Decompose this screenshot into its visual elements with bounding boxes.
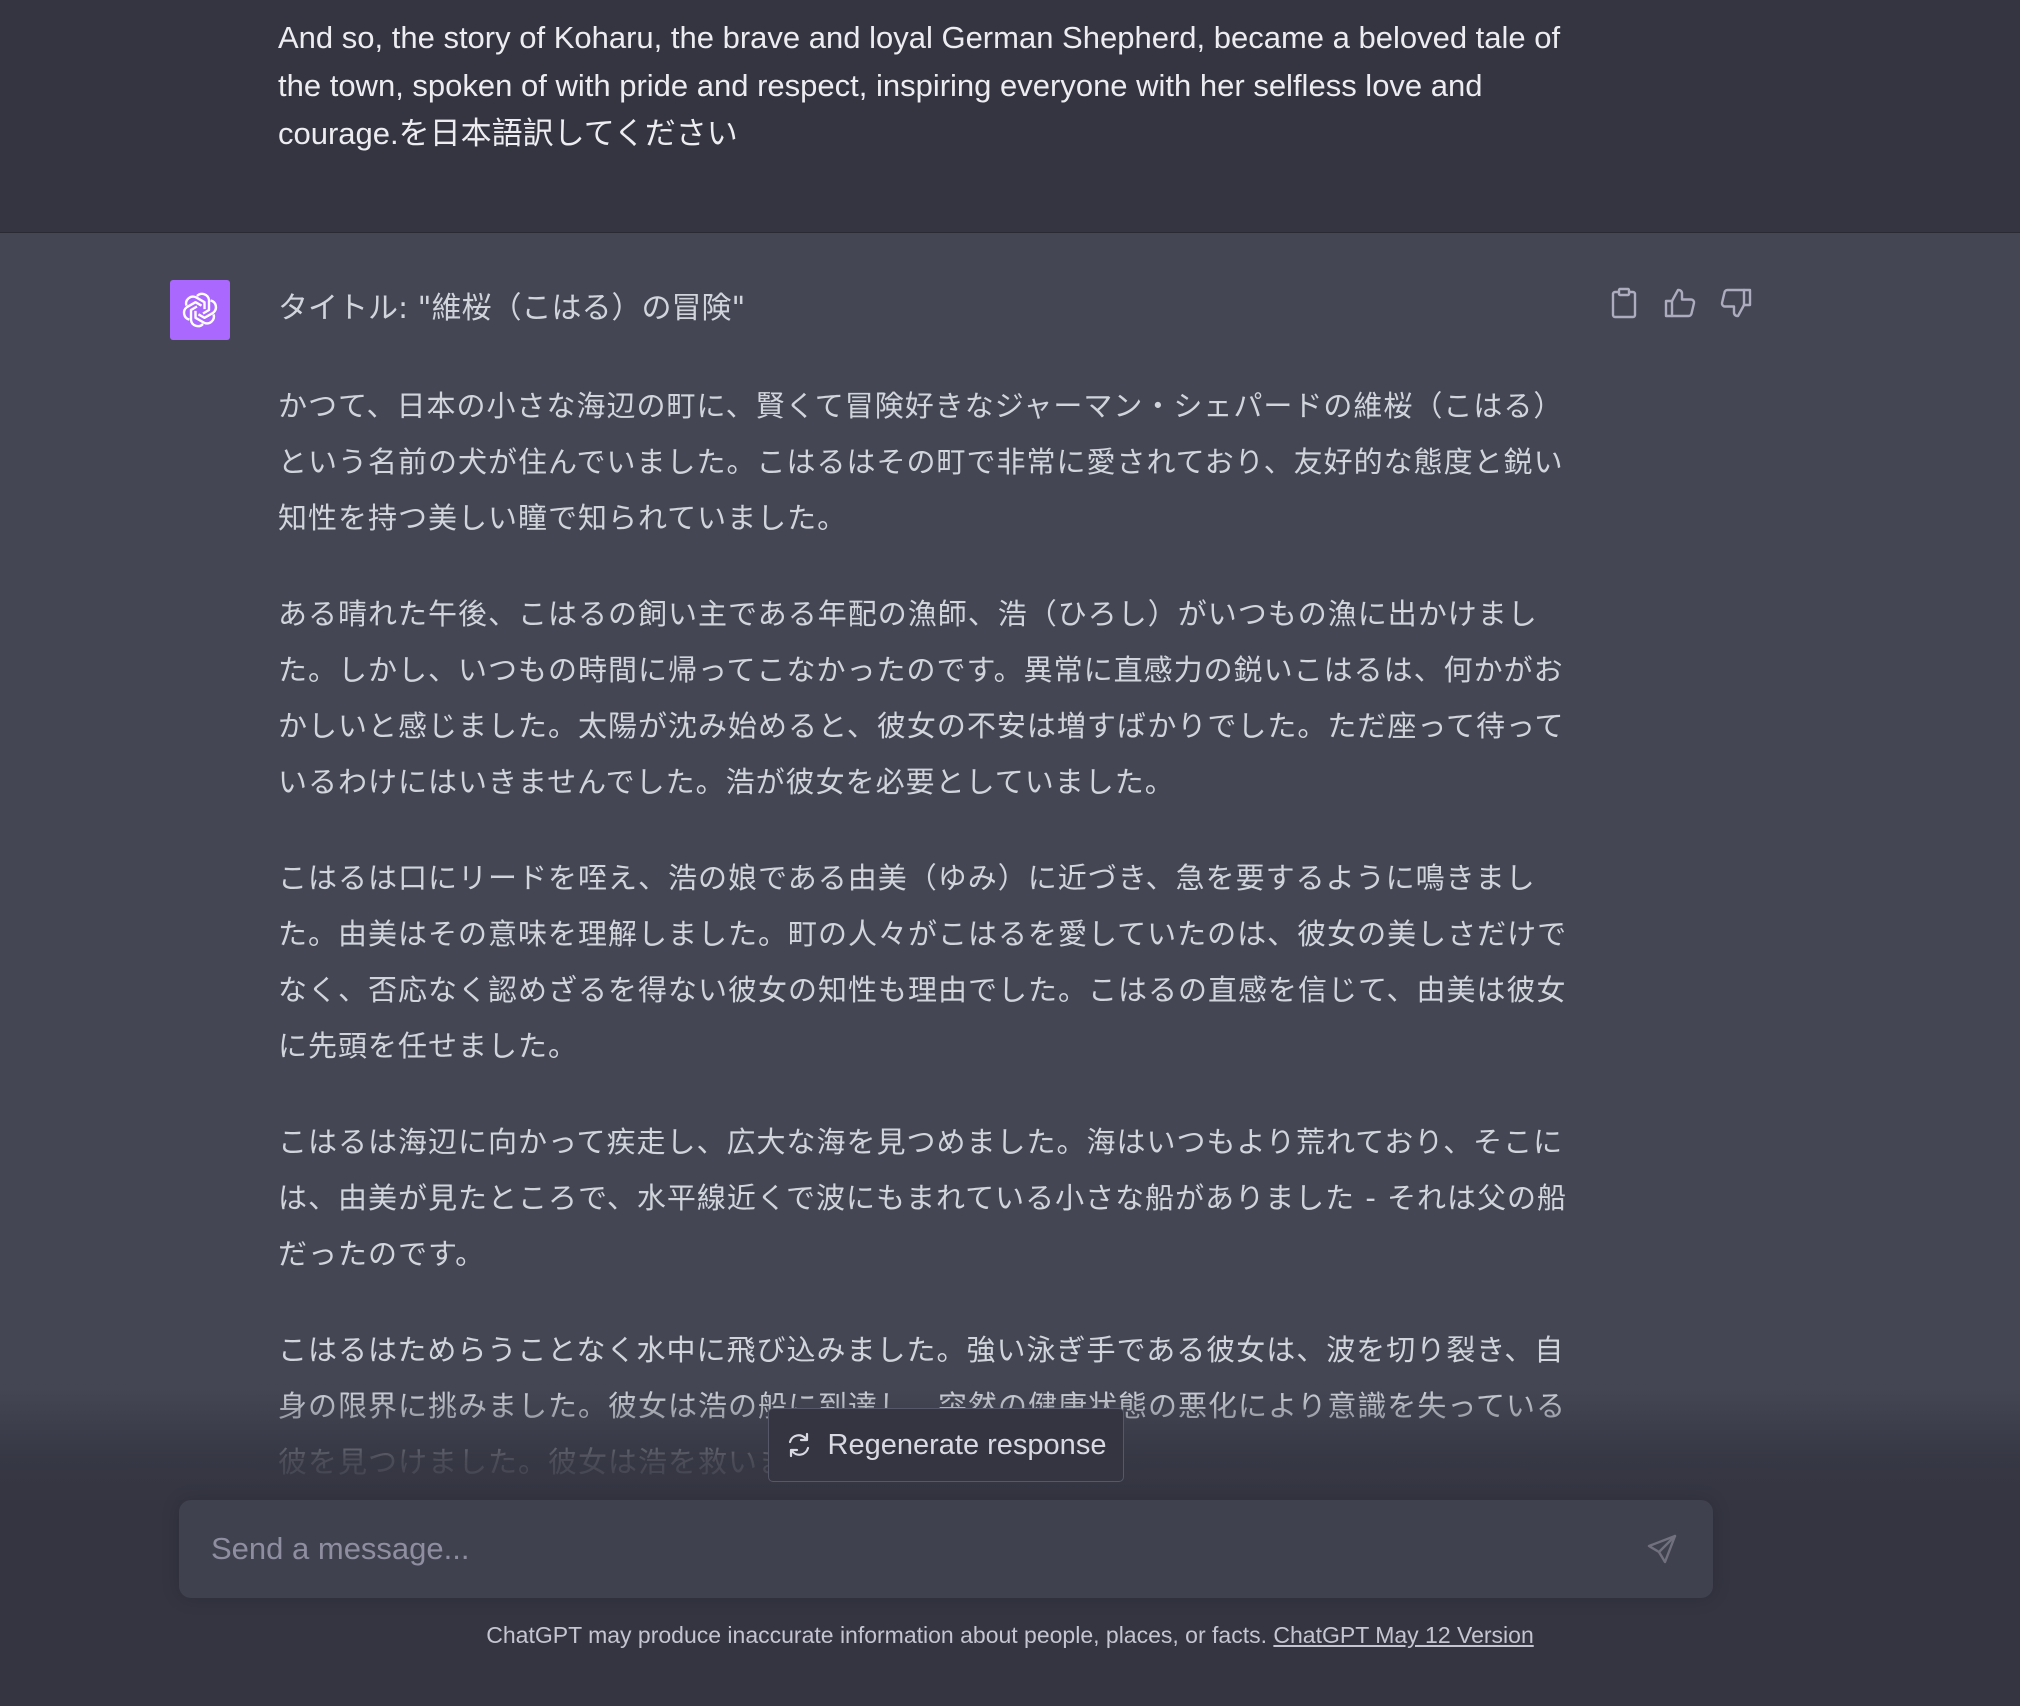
message-composer xyxy=(179,1500,1713,1598)
reply-paragraph: こはるは海辺に向かって疾走し、広大な海を見つめました。海はいつもより荒れており、… xyxy=(278,1125,1568,1271)
regenerate-button[interactable]: Regenerate response xyxy=(768,1408,1124,1482)
footer-disclaimer: ChatGPT may produce inaccurate informati… xyxy=(0,1622,2020,1649)
openai-logo-icon xyxy=(182,292,218,328)
version-link[interactable]: ChatGPT May 12 Version xyxy=(1273,1622,1533,1648)
thumbs-up-icon xyxy=(1664,288,1696,318)
message-actions xyxy=(1605,284,1755,322)
user-message-text: And so, the story of Koharu, the brave a… xyxy=(278,20,1561,151)
user-message: And so, the story of Koharu, the brave a… xyxy=(0,0,2020,233)
like-button[interactable] xyxy=(1661,284,1699,322)
refresh-icon xyxy=(788,1432,809,1458)
disclaimer-text: ChatGPT may produce inaccurate informati… xyxy=(486,1622,1274,1648)
thumbs-down-icon xyxy=(1720,288,1752,318)
regenerate-label: Regenerate response xyxy=(827,1428,1107,1461)
dislike-button[interactable] xyxy=(1717,284,1755,322)
clipboard-icon xyxy=(1611,287,1637,319)
send-button[interactable] xyxy=(1641,1528,1683,1570)
assistant-reply: タイトル: "維桜（こはる）の冒険" かつて、日本の小さな海辺の町に、賢くて冒険… xyxy=(278,282,1588,1530)
reply-paragraph: ある晴れた午後、こはるの飼い主である年配の漁師、浩（ひろし）がいつもの漁に出かけ… xyxy=(278,597,1565,799)
message-input[interactable] xyxy=(211,1524,1591,1574)
paper-plane-icon xyxy=(1647,1534,1677,1564)
copy-button[interactable] xyxy=(1605,284,1643,322)
chat-page: And so, the story of Koharu, the brave a… xyxy=(0,0,2020,1706)
reply-title: タイトル: "維桜（こはる）の冒険" xyxy=(278,291,746,326)
reply-paragraph: かつて、日本の小さな海辺の町に、賢くて冒険好きなジャーマン・シェパードの維桜（こ… xyxy=(278,389,1564,535)
reply-paragraph: こはるは口にリードを咥え、浩の娘である由美（ゆみ）に近づき、急を要するように鳴き… xyxy=(278,861,1568,1063)
chatgpt-avatar xyxy=(170,280,230,340)
